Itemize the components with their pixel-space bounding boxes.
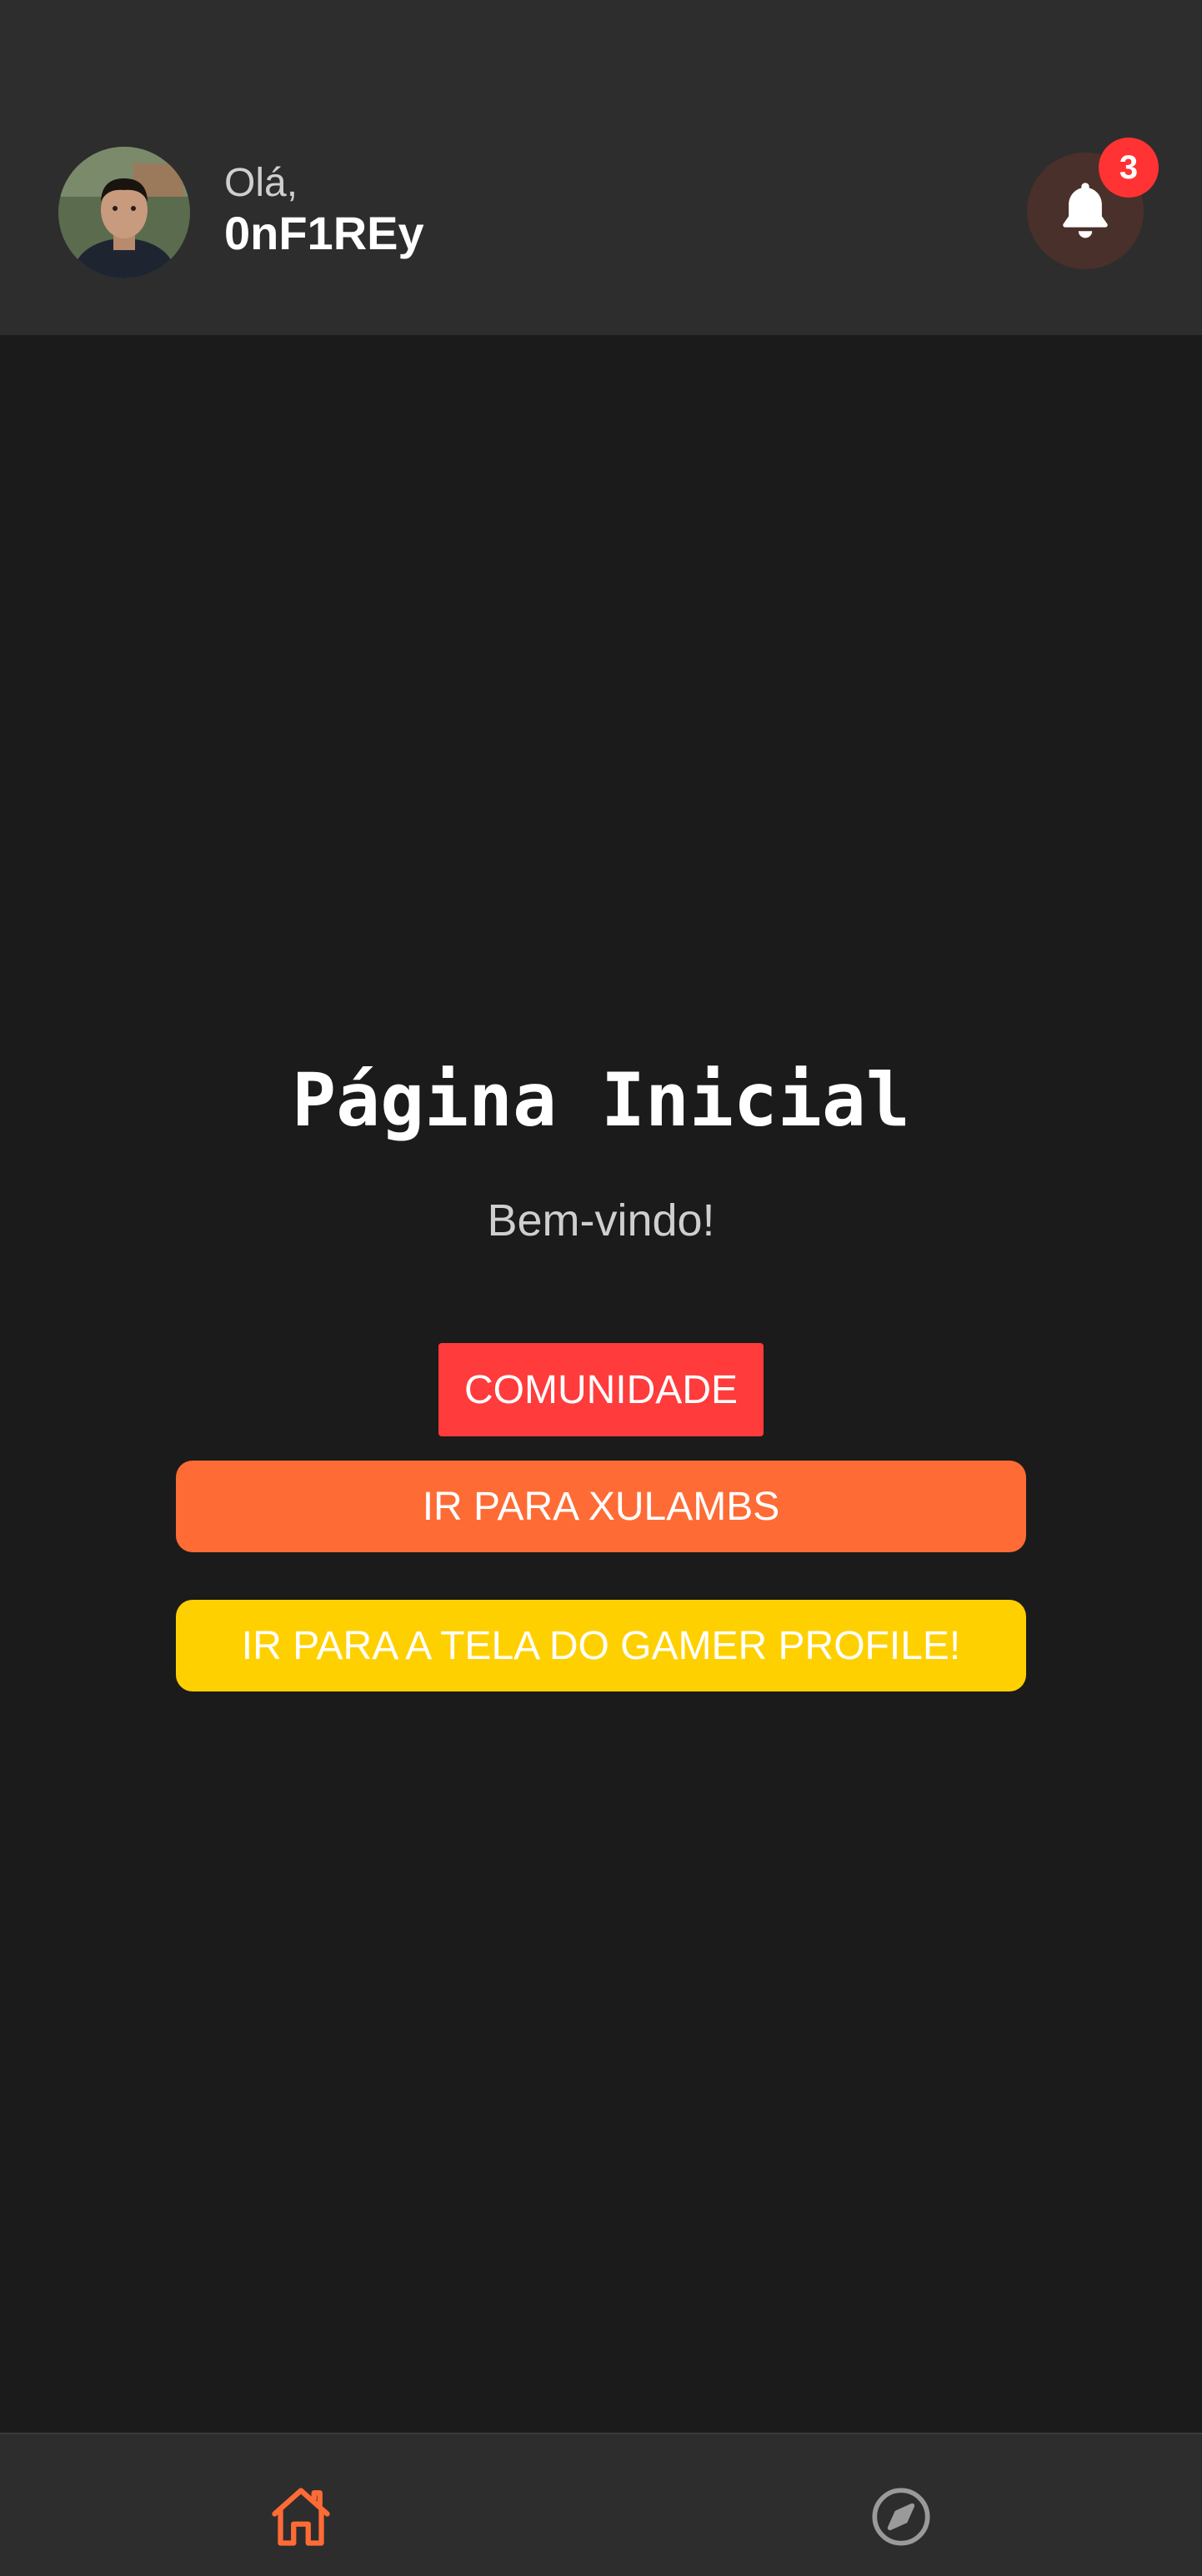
nav-item-explore[interactable] [864,2479,939,2554]
welcome-text: Bem-vindo! [487,1195,715,1245]
page-title: Página Inicial [292,1057,910,1143]
greeting-text: Olá, [224,161,298,205]
avatar[interactable] [58,147,190,278]
bell-icon [1063,183,1108,238]
app-header: Olá, 0nF1REy 3 [0,0,1202,335]
username-text: 0nF1REy [224,207,424,259]
notification-count-badge: 3 [1099,138,1159,198]
bottom-navigation [0,2433,1202,2576]
compass-icon [872,2488,930,2546]
home-icon [272,2488,330,2546]
community-button[interactable]: COMUNIDADE [438,1343,764,1436]
xulambs-button[interactable]: IR PARA XULAMBS [176,1461,1026,1552]
gamer-profile-button[interactable]: IR PARA A TELA DO GAMER PROFILE! [176,1600,1026,1691]
nav-item-home[interactable] [263,2479,338,2554]
